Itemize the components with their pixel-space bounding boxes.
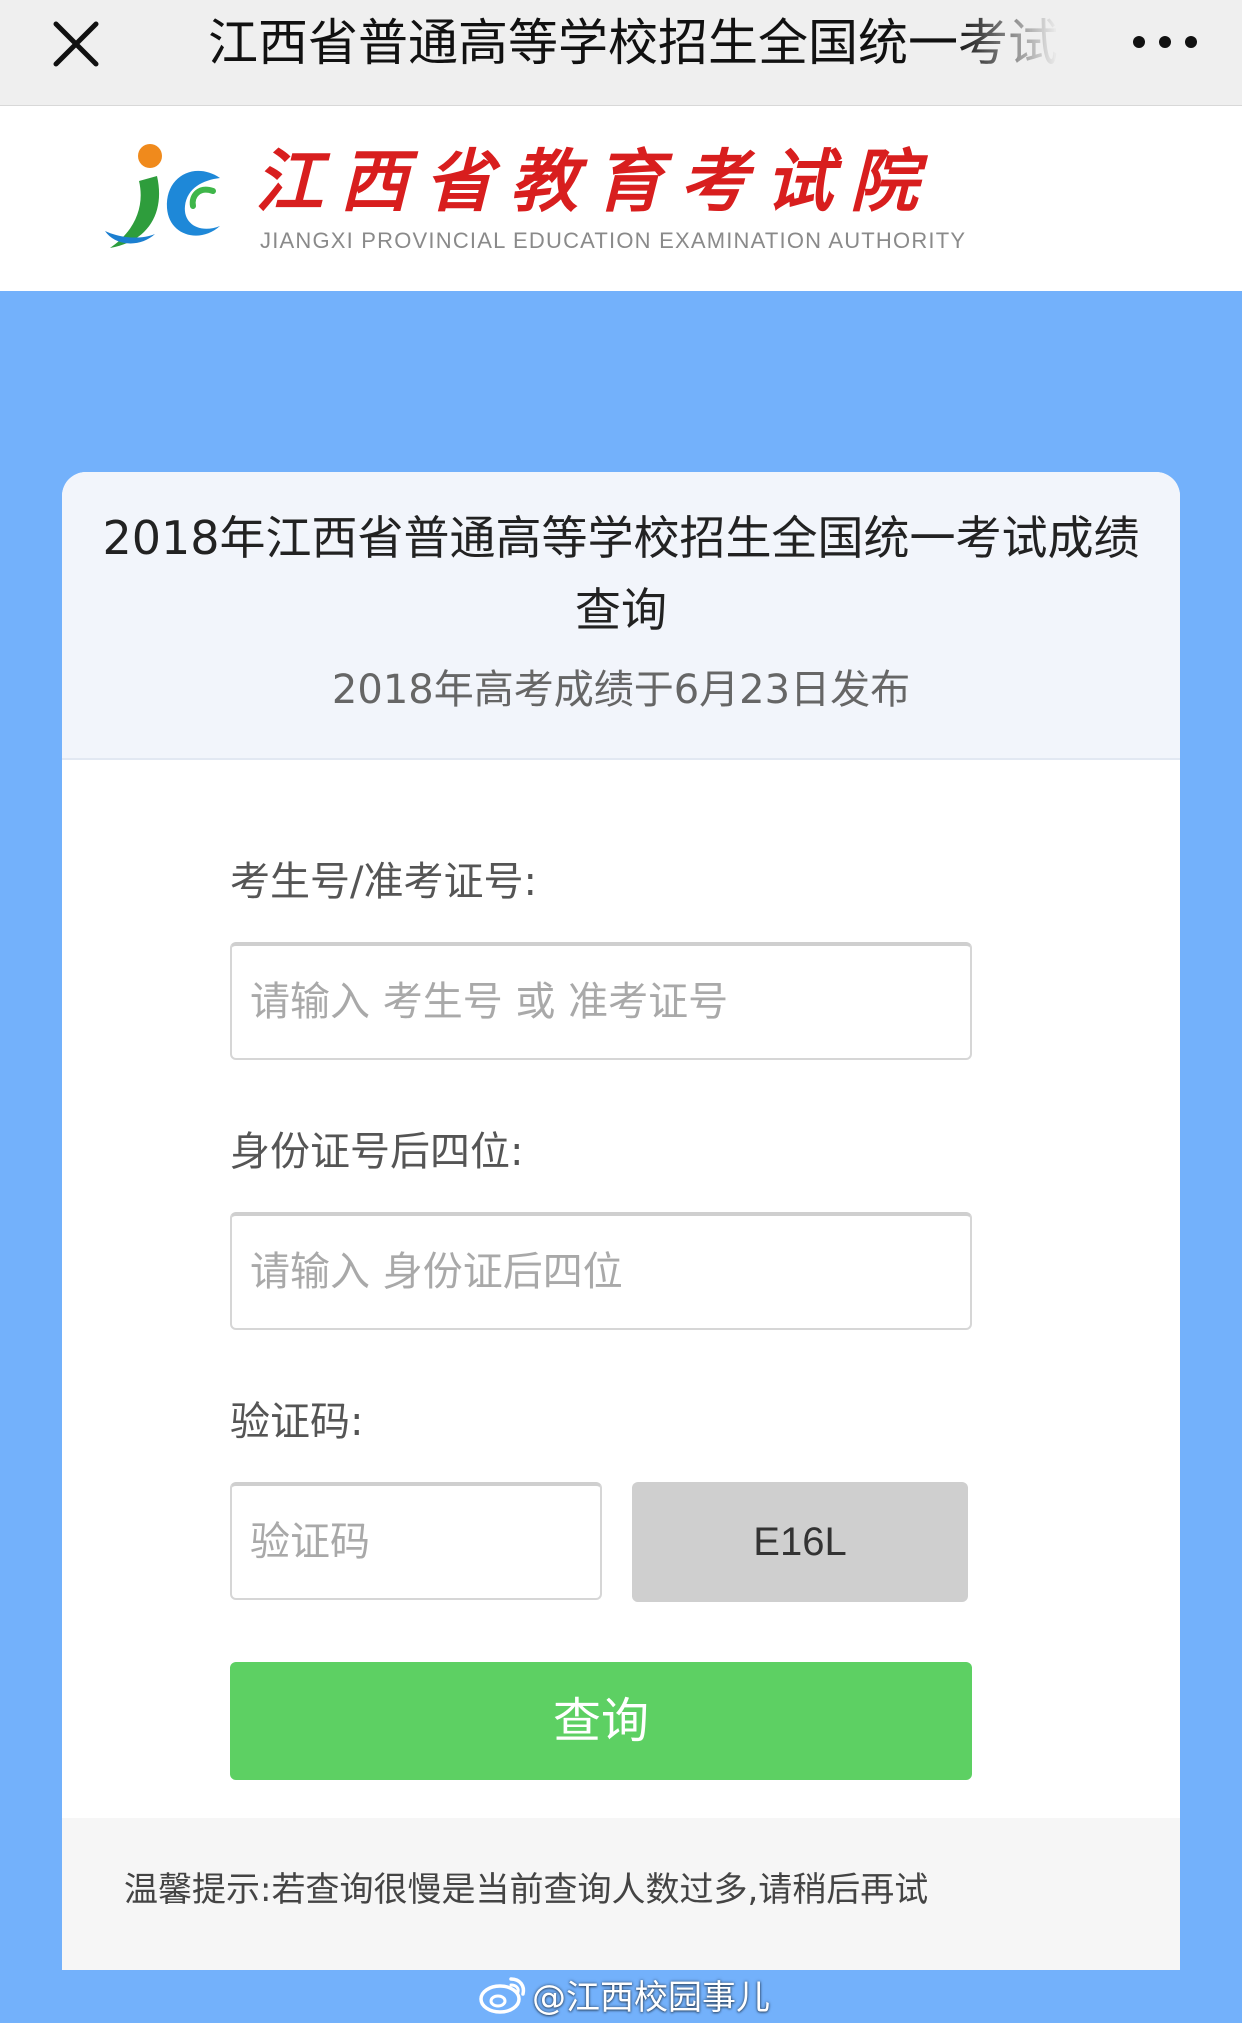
id-last4-label: 身份证号后四位: [230,1129,524,1175]
release-date-notice: 2018年高考成绩于6月23日发布 [331,667,911,713]
close-icon [53,21,99,67]
card-title: 2018年江西省普通高等学校招生全国统一考试成绩查询 [102,511,1140,637]
captcha-label: 验证码: [230,1399,364,1445]
tip-footer: 温馨提示:若查询很慢是当前查询人数过多,请稍后再试 [62,1818,1180,1970]
top-navigation-bar: 江西省普通高等学校招生全国统一考试成绩查询 [0,0,1242,106]
more-button[interactable] [1130,24,1200,60]
more-dots-icon [1133,36,1197,48]
id-last4-input[interactable] [230,1212,972,1330]
weibo-icon [479,1977,526,2014]
card-header: 2018年江西省普通高等学校招生全国统一考试成绩查询 2018年高考成绩于6月2… [62,472,1180,760]
query-submit-button[interactable]: 查询 [230,1662,972,1780]
authority-name-english: JIANGXI PROVINCIAL EDUCATION EXAMINATION… [260,228,967,253]
tip-text: 温馨提示:若查询很慢是当前查询人数过多,请稍后再试 [124,1870,929,1910]
exam-id-label: 考生号/准考证号: [230,859,537,905]
captcha-input[interactable] [230,1482,602,1600]
captcha-image[interactable]: E16L [632,1482,968,1602]
exam-id-input[interactable] [230,942,972,1060]
close-button[interactable] [46,14,106,74]
authority-logo [105,144,220,248]
page-title: 江西省普通高等学校招生全国统一考试成绩查询 [208,14,1058,72]
watermark-text: @江西校园事儿 [532,1977,770,2018]
site-header: 江西省教育考试院 JIANGXI PROVINCIAL EDUCATION EX… [0,106,1242,291]
weibo-watermark: @江西校园事儿 [478,1966,770,2022]
score-query-card: 2018年江西省普通高等学校招生全国统一考试成绩查询 2018年高考成绩于6月2… [62,472,1180,1970]
authority-name-chinese: 江西省教育考试院 [255,142,936,222]
